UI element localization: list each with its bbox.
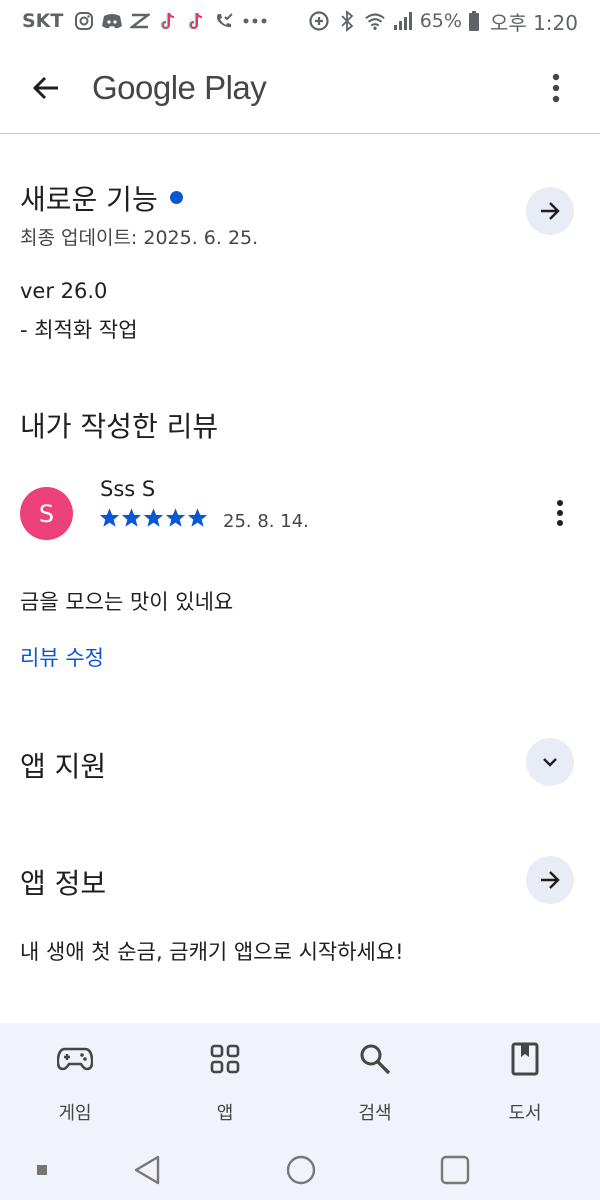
my-review-title: 내가 작성한 리뷰 [20, 410, 219, 443]
status-bar: SKT 65% 오후 1:20 [0, 0, 600, 42]
more-notifications-icon [241, 10, 269, 32]
chevron-down-icon [543, 758, 557, 767]
review-text: 금을 모으는 맛이 있네요 [20, 590, 234, 614]
nav-label-games: 게임 [58, 1103, 92, 1124]
nav-label-books: 도서 [508, 1103, 542, 1124]
star-icon [165, 508, 186, 527]
battery-icon [468, 10, 480, 32]
status-right: 65% 오후 1:20 [308, 7, 578, 36]
release-notes: - 최적화 작업 [20, 318, 138, 342]
star-rating [99, 507, 208, 528]
app-description: 내 생애 첫 순금, 금캐기 앱으로 시작하세요! [20, 940, 404, 964]
nav-label-apps: 앱 [216, 1103, 234, 1124]
clock: 오후 1:20 [489, 10, 578, 35]
call-check-icon [213, 10, 235, 32]
last-updated: 최종 업데이트: 2025. 6. 25. [20, 227, 259, 249]
more-vert-icon [552, 73, 560, 102]
gamepad-icon [57, 1041, 93, 1077]
wifi-icon [364, 10, 386, 32]
nav-item-search[interactable]: 검색 [300, 1023, 450, 1140]
page-title: Google Play [92, 68, 267, 106]
bottom-navigation: 게임 앱 검색 도서 [0, 1023, 600, 1140]
signal-icon [392, 10, 414, 32]
whats-new-open-button[interactable] [526, 187, 574, 235]
avatar: S [20, 487, 73, 540]
arrow-forward-icon [541, 871, 560, 889]
more-options-button[interactable] [536, 64, 576, 112]
triangle-back-icon [134, 1155, 160, 1185]
review-more-button[interactable] [546, 496, 574, 530]
nav-item-apps[interactable]: 앱 [150, 1023, 300, 1140]
star-icon [121, 508, 142, 527]
star-icon [99, 508, 120, 527]
square-recents-icon [440, 1155, 470, 1185]
back-button[interactable] [22, 64, 70, 112]
system-back-button[interactable] [127, 1150, 167, 1190]
status-left: SKT [22, 10, 269, 32]
app-support-title: 앱 지원 [20, 750, 107, 783]
circle-home-icon [286, 1155, 316, 1185]
whats-new-heading: 새로운 기능 [20, 178, 183, 218]
app-info-title: 앱 정보 [20, 867, 107, 900]
system-navigation-bar [0, 1140, 600, 1200]
edit-review-link[interactable]: 리뷰 수정 [20, 642, 104, 672]
battery-percent: 65% [419, 10, 462, 32]
new-indicator-dot [169, 191, 183, 204]
star-icon [187, 508, 208, 527]
tiktok-icon [157, 10, 179, 32]
discord-icon [101, 10, 123, 32]
more-vert-icon [557, 500, 563, 526]
carrier-label: SKT [22, 10, 64, 32]
nav-item-books[interactable]: 도서 [450, 1023, 600, 1140]
square-dot-icon [37, 1165, 47, 1175]
data-saver-icon [308, 10, 330, 32]
arrow-back-icon [32, 76, 58, 99]
star-icon [143, 508, 164, 527]
instagram-icon [73, 10, 95, 32]
nav-label-search: 검색 [358, 1103, 392, 1124]
app-info-open-button[interactable] [526, 856, 574, 904]
arrow-forward-icon [541, 202, 560, 220]
app-bar: Google Play [0, 42, 600, 134]
bluetooth-icon [336, 10, 358, 32]
reviewer-name: Sss S [100, 477, 156, 501]
book-icon [507, 1041, 543, 1077]
search-icon [357, 1041, 393, 1077]
recent-indicator-button[interactable] [22, 1150, 62, 1190]
review-date: 25. 8. 14. [223, 511, 309, 532]
nav-item-games[interactable]: 게임 [0, 1023, 150, 1140]
system-recents-button[interactable] [435, 1150, 475, 1190]
apps-grid-icon [207, 1041, 243, 1077]
whats-new-title: 새로운 기능 [20, 183, 158, 216]
system-home-button[interactable] [281, 1150, 321, 1190]
app-support-expand-button[interactable] [526, 738, 574, 786]
capcut-icon [129, 10, 151, 32]
tiktok-icon-2 [185, 10, 207, 32]
version-text: ver 26.0 [20, 279, 108, 303]
